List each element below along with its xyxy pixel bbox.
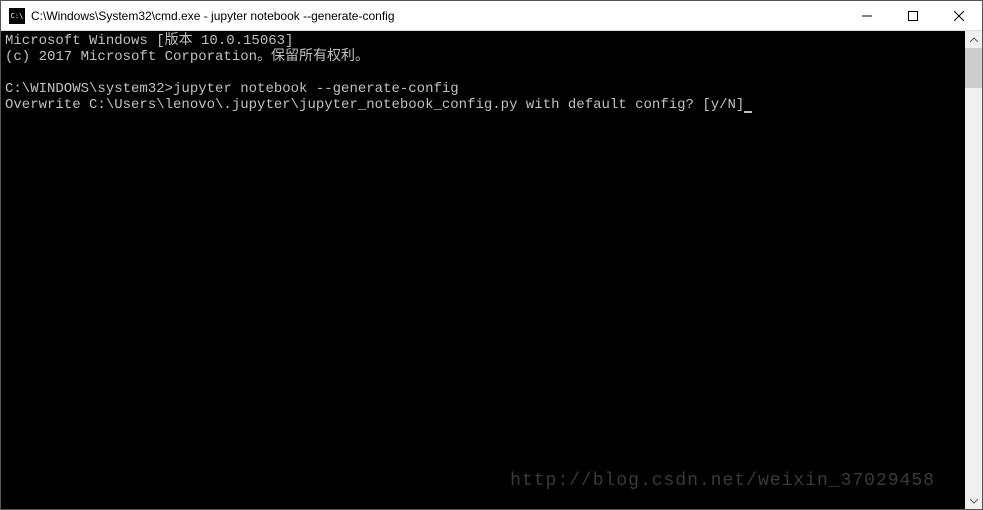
scroll-up-button[interactable] [965,31,982,48]
content-area: Microsoft Windows [版本 10.0.15063] (c) 20… [1,31,982,509]
cmd-window: C:\Windows\System32\cmd.exe - jupyter no… [0,0,983,510]
titlebar[interactable]: C:\Windows\System32\cmd.exe - jupyter no… [1,1,982,31]
chevron-down-icon [970,497,978,505]
cmd-icon [9,8,25,24]
window-controls [844,1,982,30]
terminal-cursor [744,111,752,113]
scroll-down-button[interactable] [965,492,982,509]
terminal-line: Overwrite C:\Users\lenovo\.jupyter\jupyt… [5,97,744,113]
scroll-track[interactable] [965,48,982,492]
close-button[interactable] [936,1,982,30]
terminal-line: (c) 2017 Microsoft Corporation。保留所有权利。 [5,49,369,65]
terminal-output[interactable]: Microsoft Windows [版本 10.0.15063] (c) 20… [1,31,965,509]
minimize-button[interactable] [844,1,890,30]
maximize-button[interactable] [890,1,936,30]
terminal-command: jupyter notebook --generate-config [173,81,459,97]
vertical-scrollbar[interactable] [965,31,982,509]
window-title: C:\Windows\System32\cmd.exe - jupyter no… [31,9,844,23]
maximize-icon [908,11,918,21]
terminal-prompt: C:\WINDOWS\system32> [5,81,173,97]
terminal-line: Microsoft Windows [版本 10.0.15063] [5,33,293,49]
chevron-up-icon [970,36,978,44]
minimize-icon [862,11,872,21]
watermark: http://blog.csdn.net/weixin_37029458 [510,473,935,489]
scroll-thumb[interactable] [965,48,982,88]
close-icon [954,11,964,21]
